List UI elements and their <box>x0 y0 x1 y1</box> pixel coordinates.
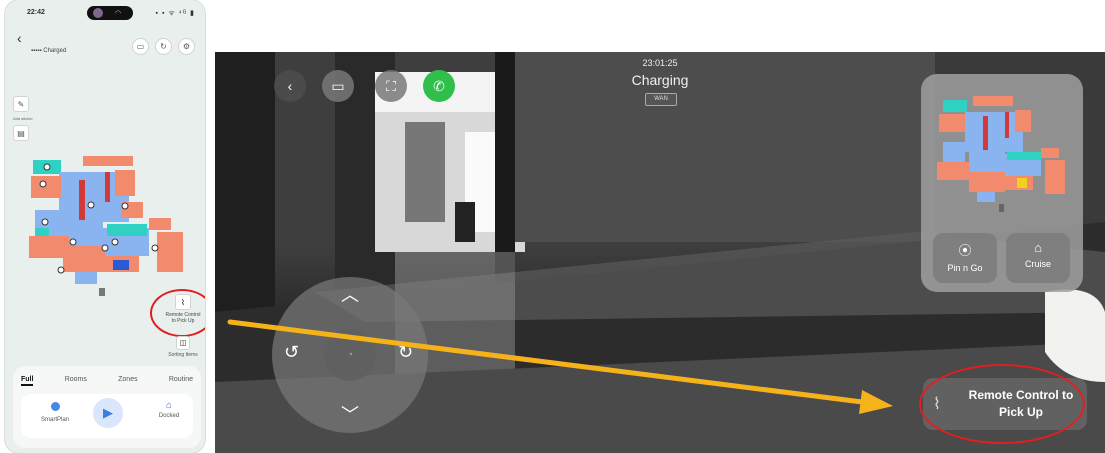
live-camera-view: ‹ ▭ ⛶ ✆ 23:01:25 Charging WAN ︿ ﹀ ↺ ↻ ◔ <box>215 52 1105 453</box>
status-bar: 22:42 ◠ ▪ ▪ ᯤ ⁴ᴳ ▮ <box>5 6 205 22</box>
record-button[interactable]: ▭ <box>322 70 354 102</box>
highlight-circle-camera <box>919 364 1085 444</box>
device-status-text: ▪▪▪▪▪ Charged <box>31 48 67 54</box>
cruise-button[interactable]: ⌂ Cruise <box>1006 233 1070 283</box>
tab-rooms[interactable]: Rooms <box>65 376 87 386</box>
cruise-label: Cruise <box>1024 259 1051 269</box>
direction-pad: ︿ ﹀ ↺ ↻ ◔ <box>272 277 428 433</box>
minimap-panel: ⦿ Pin n Go ⌂ Cruise <box>921 74 1083 292</box>
down-arrow-button[interactable]: ﹀ <box>341 401 359 427</box>
home-icon: ⌂ <box>165 400 173 411</box>
sorting-icon: ◫ <box>176 336 190 350</box>
refresh-icon[interactable]: ↻ <box>155 38 172 55</box>
cruise-house-icon: ⌂ <box>1034 240 1042 255</box>
status-time: 22:42 <box>27 9 45 16</box>
phone-app-screen: 22:42 ◠ ▪ ▪ ᯤ ⁴ᴳ ▮ ‹ ▪▪▪▪▪ Charged ▭ ↻ ⚙… <box>5 0 205 453</box>
location-pin-icon: ⦿ <box>958 243 972 258</box>
docked-button[interactable]: ⌂ Docked <box>149 400 189 419</box>
tab-zones[interactable]: Zones <box>118 376 137 386</box>
lock-icon: ◠ <box>115 10 122 17</box>
tool-label: Add sticker <box>13 116 33 121</box>
tab-routine[interactable]: Routine <box>169 376 193 386</box>
user-avatar-icon <box>93 8 103 18</box>
voice-call-button[interactable]: ✆ <box>423 70 455 102</box>
phone-floor-map[interactable] <box>25 150 195 310</box>
start-clean-button[interactable]: ▶ <box>93 398 123 428</box>
screenshot-icon: ⛶ <box>386 77 396 94</box>
back-button[interactable]: ‹ <box>274 70 306 102</box>
docked-label: Docked <box>158 413 180 419</box>
sorting-items-button[interactable]: ◫ Sorting Items <box>163 336 203 358</box>
status-icons: ▪ ▪ ᯤ ⁴ᴳ ▮ <box>155 10 195 17</box>
edit-icon[interactable]: ✎ <box>13 96 29 112</box>
back-chevron-icon[interactable]: ‹ <box>17 30 22 46</box>
play-icon: ▶ <box>103 405 113 420</box>
pin-n-go-label: Pin n Go <box>947 263 983 273</box>
rotate-right-button[interactable]: ↻ <box>398 342 413 363</box>
smartplan-icon <box>50 402 60 411</box>
robot-status: Charging <box>631 72 689 88</box>
smartplan-button[interactable]: SmartPlan <box>35 400 75 423</box>
header-actions: ▭ ↻ ⚙ <box>132 38 195 55</box>
highlight-circle-phone <box>150 289 205 337</box>
camera-icon[interactable]: ▭ <box>132 38 149 55</box>
up-arrow-button[interactable]: ︿ <box>341 281 359 307</box>
speed-center-icon: ◔ <box>324 329 376 381</box>
phone-call-icon: ✆ <box>433 77 445 94</box>
layers-icon[interactable]: ▤ <box>13 125 29 141</box>
map-side-tools: ✎ Add sticker ▤ <box>13 96 33 141</box>
clean-mode-card: Full Rooms Zones Routine SmartPlan ▶ ⌂ D… <box>13 366 201 448</box>
action-row: SmartPlan ▶ ⌂ Docked <box>21 394 193 438</box>
network-badge: WAN <box>645 93 677 106</box>
mode-tabs: Full Rooms Zones Routine <box>21 376 193 386</box>
smartplan-label: SmartPlan <box>40 417 69 423</box>
timestamp: 23:01:25 <box>642 58 678 68</box>
back-chevron-icon: ‹ <box>287 78 293 94</box>
tab-full[interactable]: Full <box>21 376 34 386</box>
snapshot-button[interactable]: ⛶ <box>375 70 407 102</box>
sorting-label: Sorting Items <box>168 352 198 358</box>
dynamic-island: ◠ <box>87 6 133 20</box>
rotate-left-button[interactable]: ↺ <box>284 342 299 363</box>
minimap-floor-map[interactable] <box>933 92 1073 222</box>
video-record-icon: ▭ <box>331 77 345 94</box>
pin-n-go-button[interactable]: ⦿ Pin n Go <box>933 233 997 283</box>
settings-icon[interactable]: ⚙ <box>178 38 195 55</box>
